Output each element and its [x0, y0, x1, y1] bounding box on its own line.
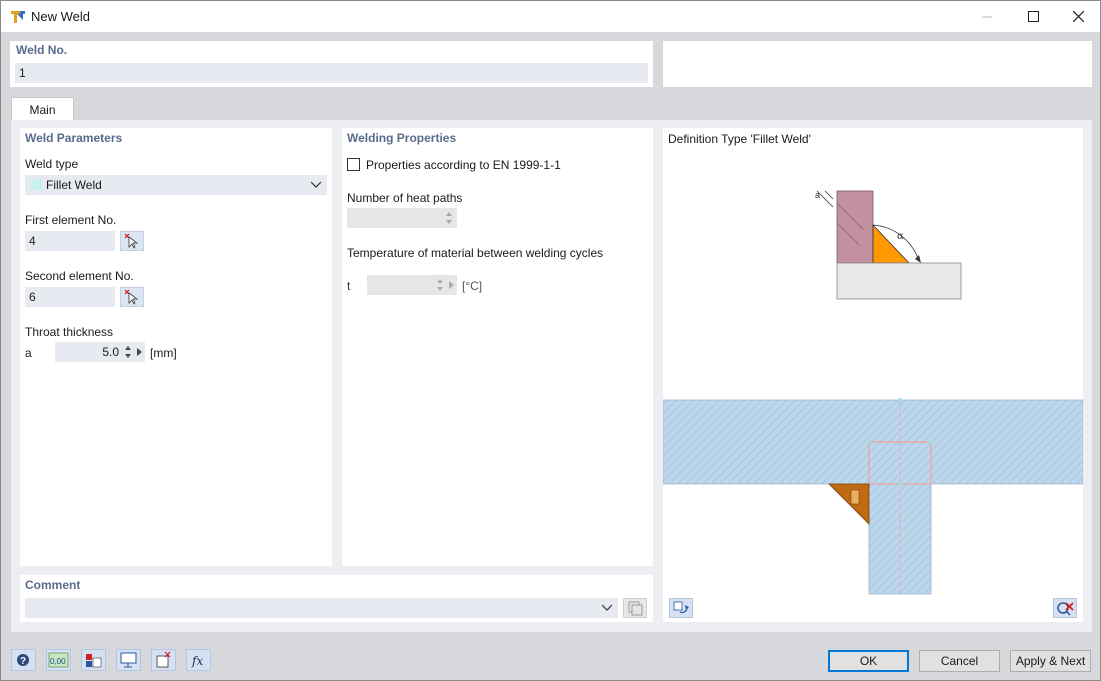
pick-second-element-button[interactable] [120, 287, 144, 307]
definition-panel: Definition Type 'Fillet Weld' a α [663, 128, 1083, 362]
weld-type-label: Weld type [25, 157, 79, 171]
member-edit-icon [86, 654, 102, 668]
chevron-down-icon [602, 604, 612, 611]
weld-no-side-panel [663, 41, 1092, 87]
heat-paths-label: Number of heat paths [347, 191, 463, 205]
temperature-unit: [°C] [462, 279, 483, 293]
throat-unit: [mm] [150, 346, 177, 360]
weld-type-color-swatch [31, 179, 42, 190]
chevron-down-icon [311, 181, 321, 188]
weld-preview-graphic [663, 398, 1083, 595]
fillet-weld-diagram: a α [815, 190, 962, 300]
reset-view-icon [1057, 602, 1074, 616]
en-1999-checkbox[interactable] [347, 158, 360, 171]
spin-arrows-icon [437, 279, 443, 291]
throat-thickness-value: 5.0 [102, 345, 119, 359]
view-rotate-icon [673, 601, 689, 614]
weld-type-select[interactable]: Fillet Weld [25, 175, 327, 195]
weld-app-icon [11, 11, 25, 23]
comment-library-button[interactable] [623, 598, 647, 618]
select-objects-button[interactable] [151, 649, 176, 671]
reset-view-button[interactable] [1053, 598, 1077, 618]
close-icon [1072, 11, 1084, 22]
minimize-icon [982, 16, 992, 17]
arrow-right-icon[interactable] [137, 348, 142, 356]
title-bar: New Weld [1, 1, 1100, 32]
angle-alpha-label: α [897, 231, 904, 242]
cancel-button[interactable]: Cancel [919, 650, 1000, 672]
welding-properties-panel: Welding Properties Properties according … [342, 128, 653, 566]
comment-panel: Comment [20, 575, 653, 622]
first-element-input[interactable]: 4 [25, 231, 115, 251]
window-title: New Weld [31, 9, 91, 24]
formula-button[interactable]: fx [186, 649, 211, 671]
ok-button[interactable]: OK [828, 650, 909, 672]
weld-preview-panel[interactable] [663, 362, 1083, 622]
web-plate [836, 190, 874, 264]
maximize-button[interactable] [1010, 1, 1056, 32]
throat-symbol: a [25, 346, 32, 360]
edit-members-button[interactable] [81, 649, 106, 671]
first-element-label: First element No. [25, 213, 117, 227]
weld-no-input[interactable]: 1 [15, 63, 648, 83]
select-pointer-icon [124, 233, 139, 249]
svg-text:?: ? [20, 656, 26, 667]
second-element-input[interactable]: 6 [25, 287, 115, 307]
weld-shape [828, 483, 870, 525]
base-plate [836, 262, 962, 300]
help-button[interactable]: ? [11, 649, 36, 671]
maximize-icon [1027, 11, 1039, 22]
units-icon: 0,00 [48, 652, 69, 668]
svg-text:fx: fx [191, 654, 203, 668]
units-value: 0,00 [50, 657, 66, 666]
formula-icon: fx [191, 654, 203, 668]
spin-arrows-icon [446, 212, 452, 224]
comment-label: Comment [25, 578, 81, 592]
apply-next-button[interactable]: Apply & Next [1010, 650, 1091, 672]
select-pointer-icon [124, 289, 139, 305]
weld-no-panel: Weld No. 1 [10, 41, 653, 87]
throat-thickness-label: Throat thickness [25, 325, 114, 339]
display-icon [120, 652, 137, 668]
tab-main[interactable]: Main [11, 97, 74, 121]
copy-icon [628, 601, 643, 616]
comment-input[interactable] [25, 598, 618, 618]
temperature-label: Temperature of material between welding … [347, 246, 604, 260]
dimension-a-label: a [815, 190, 820, 200]
temperature-input [367, 275, 457, 295]
second-element-label: Second element No. [25, 269, 134, 283]
definition-title: Definition Type 'Fillet Weld' [668, 132, 811, 146]
pick-first-element-button[interactable] [120, 231, 144, 251]
units-button[interactable]: 0,00 [46, 649, 71, 671]
weld-type-value: Fillet Weld [46, 178, 102, 192]
weld-no-label: Weld No. [16, 43, 68, 57]
spin-arrows-icon[interactable] [125, 345, 131, 359]
temperature-symbol: t [347, 279, 351, 293]
select-objects-icon [156, 651, 171, 668]
weld-parameters-title: Weld Parameters [25, 131, 123, 145]
display-settings-button[interactable] [116, 649, 141, 671]
minimize-button[interactable] [964, 1, 1010, 32]
en-1999-checkbox-label: Properties according to EN 1999-1-1 [366, 158, 561, 172]
view-options-button[interactable] [669, 598, 693, 618]
close-button[interactable] [1055, 1, 1101, 32]
welding-properties-title: Welding Properties [347, 131, 457, 145]
weld-parameters-panel: Weld Parameters Weld type Fillet Weld Fi… [20, 128, 332, 566]
help-icon: ? [17, 654, 29, 667]
heat-paths-input [347, 208, 457, 228]
arrow-right-icon [449, 281, 454, 289]
throat-thickness-input[interactable]: 5.0 [55, 342, 145, 362]
new-weld-dialog: New Weld Weld No. 1 Main Weld Parameters… [0, 0, 1101, 681]
